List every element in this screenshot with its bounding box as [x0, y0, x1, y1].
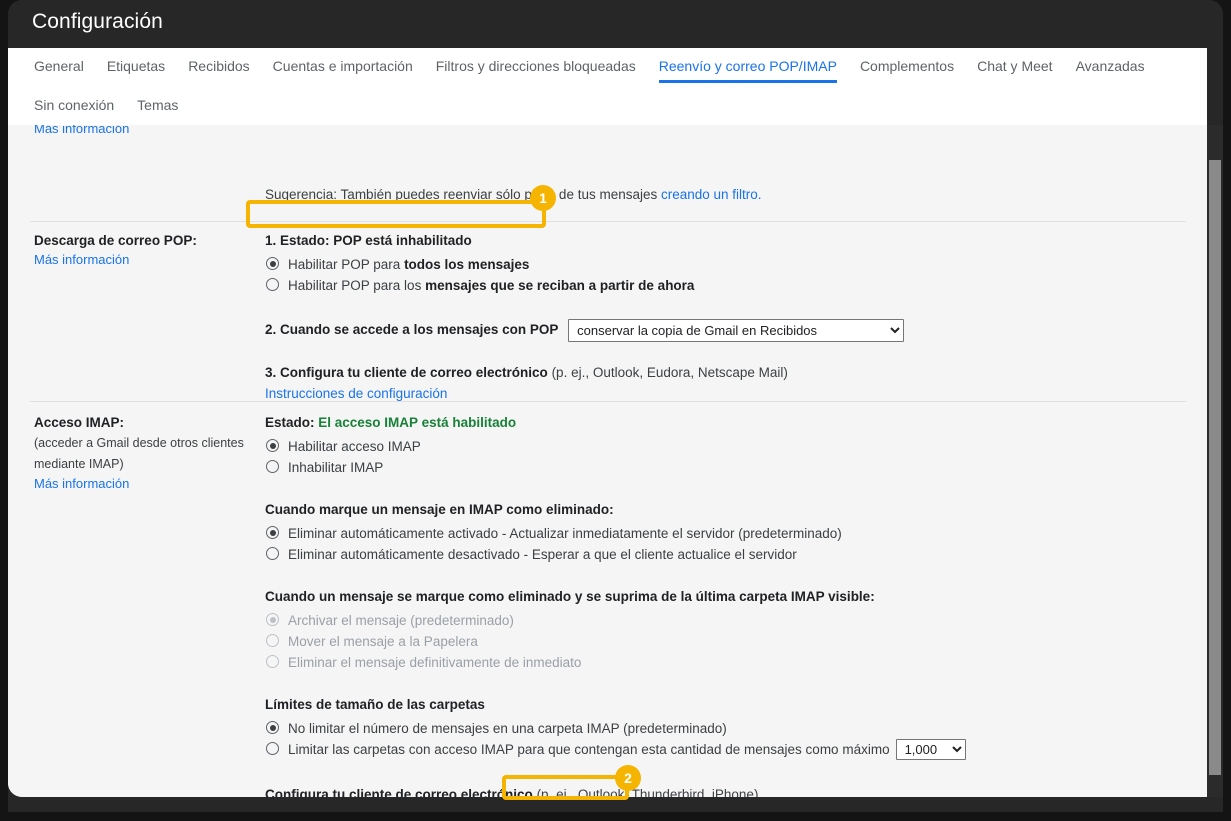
- radio-icon: [266, 634, 279, 647]
- option-label: Eliminar automáticamente desactivado - E…: [288, 547, 797, 562]
- tab-reenv-o-y-correo-pop-imap[interactable]: Reenvío y correo POP/IMAP: [658, 58, 838, 83]
- vertical-scrollbar-track[interactable]: [1207, 125, 1223, 797]
- vertical-scrollbar-thumb[interactable]: [1209, 160, 1221, 775]
- forwarding-tip-text: Sugerencia: También puedes reenviar sólo…: [265, 187, 661, 202]
- imap-more-info-link[interactable]: Más información: [34, 476, 129, 491]
- radio-icon[interactable]: [266, 526, 279, 539]
- pop-status-line: 1. Estado: POP está inhabilitado: [265, 233, 1165, 248]
- tab-sin-conexi-n[interactable]: Sin conexión: [34, 97, 114, 122]
- option-label: Mover el mensaje a la Papelera: [288, 634, 478, 649]
- create-filter-link[interactable]: creando un filtro.: [661, 187, 762, 202]
- imap-deleted-radio-group: Eliminar automáticamente activado - Actu…: [265, 523, 1165, 565]
- imap-limits-radio-group: No limitar el número de mensajes en una …: [265, 718, 1165, 760]
- imap-lastfolder-heading: Cuando un mensaje se marque como elimina…: [265, 589, 875, 604]
- title-bar: Configuración: [8, 0, 1223, 48]
- settings-page: General Etiquetas Recibidos Cuentas e impor…: [8, 48, 1207, 797]
- imap-deleted-option-1[interactable]: Eliminar automáticamente desactivado - E…: [265, 544, 1165, 565]
- pop-step3-rest: (p. ej., Outlook, Eudora, Netscape Mail): [547, 365, 788, 380]
- imap-lastfolder-option-2: Eliminar el mensaje definitivamente de i…: [265, 652, 1165, 673]
- imap-client-row: Configura tu cliente de correo electróni…: [265, 783, 1165, 797]
- imap-client-strong: Configura tu cliente de correo electróni…: [265, 787, 533, 797]
- tab-complementos[interactable]: Complementos: [860, 58, 954, 83]
- option-label: Habilitar POP para los mensajes que se r…: [288, 278, 695, 293]
- tab-recibidos[interactable]: Recibidos: [188, 58, 249, 83]
- pop-step2-row: 2. Cuando se accede a los mensajes con P…: [265, 318, 1165, 342]
- imap-status-value: El acceso IMAP está habilitado: [318, 415, 517, 430]
- pop-label-column: Descarga de correo POP: Más información: [34, 233, 259, 269]
- forwarding-tip: Sugerencia: También puedes reenviar sólo…: [265, 187, 762, 202]
- tab-cuentas-e-importaci-n[interactable]: Cuentas e importación: [273, 58, 413, 83]
- option-label: No limitar el número de mensajes en una …: [288, 721, 727, 736]
- imap-limit-option-1[interactable]: Limitar las carpetas con acceso IMAP par…: [265, 739, 1165, 760]
- pop-step2-label: 2. Cuando se accede a los mensajes con P…: [265, 322, 559, 337]
- clipped-more-info-link[interactable]: Más información: [34, 125, 129, 135]
- imap-lastfolder-option-0: Archivar el mensaje (predeterminado): [265, 610, 1165, 631]
- imap-deleted-option-0[interactable]: Eliminar automáticamente activado - Actu…: [265, 523, 1165, 544]
- imap-access-option-0[interactable]: Habilitar acceso IMAP: [265, 436, 1165, 457]
- imap-client-rest: (p. ej., Outlook, Thunderbird, iPhone): [532, 787, 759, 797]
- tab-row-primary: General Etiquetas Recibidos Cuentas e impor…: [34, 58, 1168, 83]
- imap-lastfolder-option-1: Mover el mensaje a la Papelera: [265, 631, 1165, 652]
- radio-icon[interactable]: [266, 257, 279, 270]
- tab-chat-y-meet[interactable]: Chat y Meet: [977, 58, 1052, 83]
- pop-option-1[interactable]: Habilitar POP para los mensajes que se r…: [265, 275, 1165, 296]
- imap-access-radio-group: Habilitar acceso IMAP Inhabilitar IMAP: [265, 436, 1165, 478]
- imap-access-option-1[interactable]: Inhabilitar IMAP: [265, 457, 1165, 478]
- pop-more-info-link[interactable]: Más información: [34, 252, 129, 267]
- tab-etiquetas[interactable]: Etiquetas: [107, 58, 165, 83]
- imap-label-column: Acceso IMAP: (acceder a Gmail desde otro…: [34, 415, 259, 493]
- pop-step3-row: 3. Configura tu cliente de correo electr…: [265, 361, 1165, 385]
- imap-folder-limit-select[interactable]: 1,0002,0005,00010,000: [895, 739, 966, 760]
- imap-limit-option-0[interactable]: No limitar el número de mensajes en una …: [265, 718, 1165, 739]
- pop-step3-strong: 3. Configura tu cliente de correo electr…: [265, 365, 548, 380]
- pop-option-0[interactable]: Habilitar POP para todos los mensajes: [265, 254, 1165, 275]
- imap-deleted-heading: Cuando marque un mensaje en IMAP como el…: [265, 502, 614, 517]
- option-label: Archivar el mensaje (predeterminado): [288, 613, 514, 628]
- option-label: Habilitar POP para todos los mensajes: [288, 257, 530, 272]
- pop-content-column: 1. Estado: POP está inhabilitado Habilit…: [265, 233, 1165, 403]
- radio-icon[interactable]: [266, 278, 279, 291]
- option-label: Inhabilitar IMAP: [288, 460, 384, 475]
- tab-row-secondary: Sin conexión Temas: [34, 97, 201, 122]
- imap-limits-heading: Límites de tamaño de las carpetas: [265, 697, 485, 712]
- tab-avanzadas[interactable]: Avanzadas: [1076, 58, 1145, 83]
- imap-status-prefix: Estado:: [265, 415, 319, 430]
- imap-status-line: Estado: El acceso IMAP está habilitado: [265, 415, 1165, 430]
- option-label: Eliminar el mensaje definitivamente de i…: [288, 655, 582, 670]
- radio-icon: [266, 655, 279, 668]
- settings-body: Más información Sugerencia: También pued…: [8, 125, 1207, 797]
- divider-above-imap: [30, 401, 1186, 402]
- imap-section-sub: (acceder a Gmail desde otros clientes me…: [34, 436, 244, 471]
- radio-icon[interactable]: [266, 742, 279, 755]
- option-label: Eliminar automáticamente activado - Actu…: [288, 526, 842, 541]
- radio-icon[interactable]: [266, 547, 279, 560]
- divider-above-pop: [30, 221, 1186, 222]
- pop-status-prefix: 1. Estado:: [265, 233, 334, 248]
- tab-filtros-y-direcciones-bloqueadas[interactable]: Filtros y direcciones bloqueadas: [436, 58, 636, 83]
- page-title: Configuración: [32, 10, 163, 33]
- pop-status-value: POP está inhabilitado: [333, 233, 472, 248]
- radio-icon[interactable]: [266, 721, 279, 734]
- pop-access-behavior-select[interactable]: conservar la copia de Gmail en Recibidos…: [568, 318, 905, 342]
- radio-icon[interactable]: [266, 460, 279, 473]
- settings-tab-strip: General Etiquetas Recibidos Cuentas e impor…: [8, 48, 1207, 125]
- pop-section-label: Descarga de correo POP:: [34, 233, 197, 248]
- imap-content-column: Estado: El acceso IMAP está habilitado H…: [265, 415, 1165, 797]
- app-window: Configuración General Etiquetas Recibidos C…: [0, 0, 1231, 821]
- imap-section-label: Acceso IMAP:: [34, 415, 125, 430]
- option-label: Limitar las carpetas con acceso IMAP par…: [288, 742, 890, 757]
- imap-lastfolder-radio-group: Archivar el mensaje (predeterminado) Move…: [265, 610, 1165, 673]
- pop-radio-group: Habilitar POP para todos los mensajes Hab…: [265, 254, 1165, 296]
- pop-setup-instructions-link[interactable]: Instrucciones de configuración: [265, 386, 447, 401]
- radio-icon: [266, 613, 279, 626]
- tab-temas[interactable]: Temas: [137, 97, 178, 122]
- tab-general[interactable]: General: [34, 58, 84, 83]
- radio-icon[interactable]: [266, 439, 279, 452]
- option-label: Habilitar acceso IMAP: [288, 439, 421, 454]
